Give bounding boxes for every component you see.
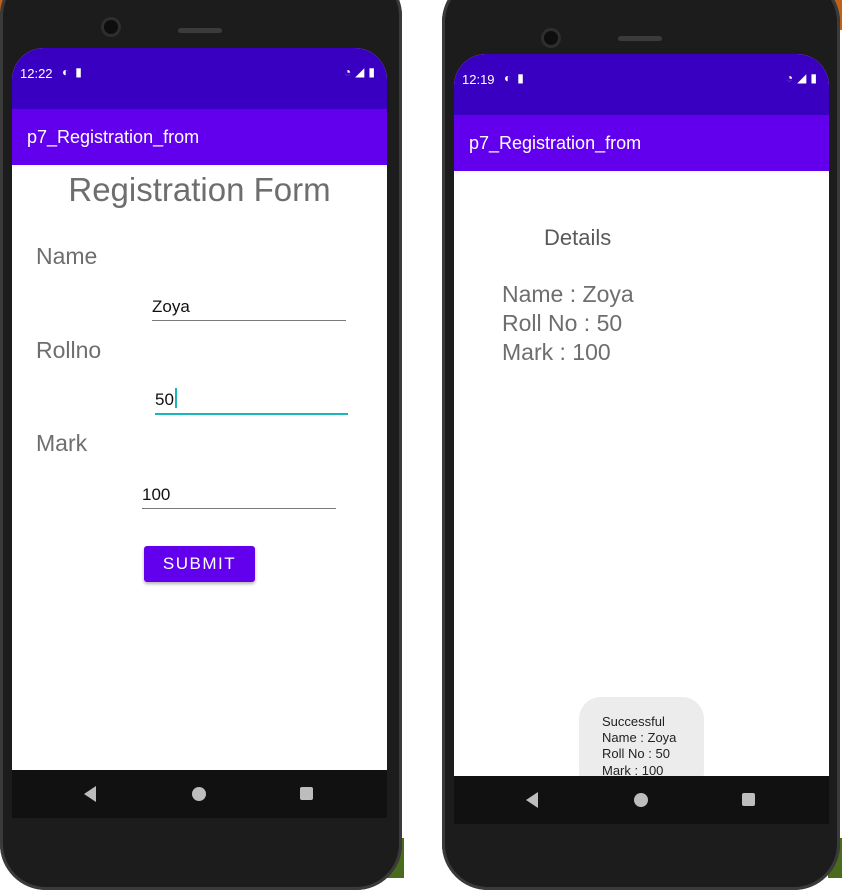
text-cursor	[174, 388, 177, 408]
signal-icon: ◢	[355, 65, 369, 79]
recents-icon[interactable]	[742, 793, 755, 806]
app-bar: p7_Registration_from	[12, 109, 387, 165]
screen-details: 12:19 ◐▮ ◔◢▮ p7_Registration_from Detail…	[454, 54, 829, 824]
name-label: Name	[36, 243, 98, 269]
status-notification-icons: ◐▮	[504, 71, 530, 85]
phone-left: 12:22 ◐▮ ◔◢▮ p7_Registration_from Regist…	[0, 0, 402, 890]
name-input-value: Zoya	[152, 297, 190, 316]
status-time: 12:19	[462, 72, 495, 87]
front-camera	[104, 20, 118, 34]
form-title: Registration Form	[68, 171, 331, 208]
back-icon[interactable]	[526, 792, 538, 808]
sd-card-icon: ▮	[75, 65, 88, 79]
home-icon[interactable]	[634, 793, 648, 807]
app-title: p7_Registration_from	[469, 133, 642, 153]
wifi-icon: ◔	[785, 71, 798, 85]
toast-line: Roll No : 50	[602, 746, 670, 761]
battery-icon: ▮	[368, 65, 379, 79]
sd-card-icon: ▮	[517, 71, 530, 85]
detail-name: Name : Zoya	[502, 281, 634, 307]
mark-label: Mark	[36, 430, 88, 456]
submit-button[interactable]: SUBMIT	[144, 546, 255, 582]
detail-mark: Mark : 100	[502, 339, 611, 365]
app-title: p7_Registration_from	[27, 127, 200, 147]
front-camera	[544, 31, 558, 45]
status-notification-icons: ◐▮	[62, 65, 88, 79]
app-bar: p7_Registration_from	[454, 115, 829, 171]
navigation-bar	[12, 770, 387, 818]
rollno-input[interactable]: 50	[155, 387, 348, 415]
divider-gap	[400, 0, 442, 878]
mark-input-value: 100	[142, 485, 171, 504]
registration-form: Registration Form Name Zoya Rollno 50 Ma…	[12, 165, 387, 818]
recents-icon[interactable]	[300, 787, 313, 800]
speaker-grille	[178, 28, 222, 33]
app-notification-icon: ◐	[62, 65, 76, 79]
wifi-icon: ◔	[343, 65, 356, 79]
status-time: 12:22	[20, 66, 53, 81]
navigation-bar	[454, 776, 829, 824]
battery-icon: ▮	[810, 71, 821, 85]
signal-icon: ◢	[797, 71, 811, 85]
toast-line: Successful	[602, 714, 665, 729]
name-input[interactable]: Zoya	[152, 294, 346, 321]
status-system-icons: ◔◢▮	[786, 71, 821, 85]
status-bar: 12:22 ◐▮ ◔◢▮	[12, 48, 387, 109]
status-bar: 12:19 ◐▮ ◔◢▮	[454, 54, 829, 115]
mark-input[interactable]: 100	[142, 482, 336, 509]
details-view: Details Name : Zoya Roll No : 50 Mark : …	[454, 171, 829, 824]
detail-rollno: Roll No : 50	[502, 310, 623, 336]
rollno-label: Rollno	[36, 337, 102, 363]
back-icon[interactable]	[84, 786, 96, 802]
toast-line: Name : Zoya	[602, 730, 677, 745]
home-icon[interactable]	[192, 787, 206, 801]
phone-right: 12:19 ◐▮ ◔◢▮ p7_Registration_from Detail…	[442, 0, 840, 890]
details-title: Details	[544, 225, 612, 250]
speaker-grille	[618, 36, 662, 41]
app-notification-icon: ◐	[504, 71, 518, 85]
screen-registration-form: 12:22 ◐▮ ◔◢▮ p7_Registration_from Regist…	[12, 48, 387, 818]
rollno-input-value: 50	[155, 390, 174, 409]
status-system-icons: ◔◢▮	[344, 65, 379, 79]
